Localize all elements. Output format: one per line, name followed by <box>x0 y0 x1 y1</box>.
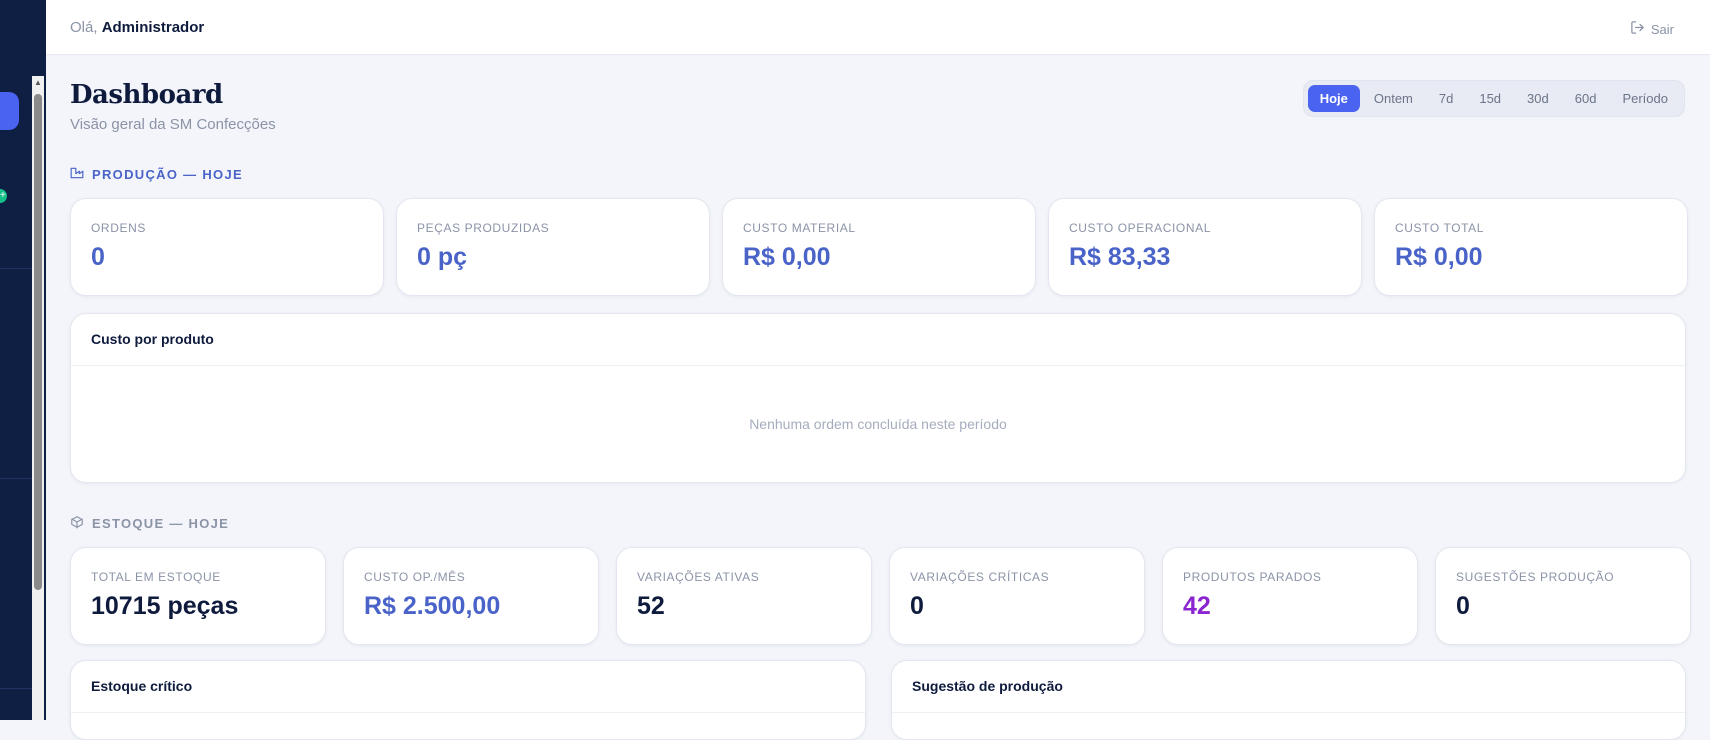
kpi-value: R$ 0,00 <box>743 243 831 271</box>
range-option-7d[interactable]: 7d <box>1427 85 1465 112</box>
kpi-value: R$ 2.500,00 <box>364 592 501 620</box>
production-section-label: PRODUÇÃO — HOJE <box>70 166 243 183</box>
empty-state-message: Nenhuma ordem concluída neste período <box>749 416 1007 432</box>
scroll-up-arrow-icon[interactable]: ▲ <box>33 78 43 88</box>
sidebar-scrollbar[interactable]: ▲ <box>32 76 44 720</box>
user-name: Administrador <box>101 19 205 36</box>
kpi-value: R$ 83,33 <box>1069 243 1171 271</box>
panel-title: Custo por produto <box>71 314 1685 366</box>
kpi-label: TOTAL EM ESTOQUE <box>91 570 221 584</box>
range-option-30d[interactable]: 30d <box>1515 85 1561 112</box>
scrollbar-thumb[interactable] <box>34 94 42 590</box>
kpi-label: CUSTO MATERIAL <box>743 221 856 235</box>
panel-title: Estoque crítico <box>71 661 865 713</box>
kpi-ordens: ORDENS 0 <box>70 198 384 296</box>
kpi-sugestoes-producao: SUGESTÕES PRODUÇÃO 0 <box>1435 547 1691 645</box>
cost-by-product-panel: Custo por produto Nenhuma ordem concluíd… <box>70 313 1686 483</box>
greeting: Olá, Administrador <box>70 19 204 36</box>
plus-icon[interactable]: + <box>0 189 7 203</box>
kpi-value: 0 pç <box>417 243 468 271</box>
kpi-label: PEÇAS PRODUZIDAS <box>417 221 550 235</box>
panel-title: Sugestão de produção <box>892 661 1685 713</box>
kpi-value: 0 <box>1456 592 1470 620</box>
kpi-value: 52 <box>637 592 665 620</box>
range-option-ontem[interactable]: Ontem <box>1362 85 1425 112</box>
production-kpis: ORDENS 0 PEÇAS PRODUZIDAS 0 pç CUSTO MAT… <box>70 198 1688 296</box>
main-content: Dashboard Visão geral da SM Confecções H… <box>46 56 1710 740</box>
sidebar-divider <box>0 478 32 479</box>
kpi-custo-operacional: CUSTO OPERACIONAL R$ 83,33 <box>1048 198 1362 296</box>
date-range-selector: Hoje Ontem 7d 15d 30d 60d Período <box>1302 80 1685 117</box>
logout-label: Sair <box>1650 21 1674 37</box>
kpi-label: SUGESTÕES PRODUÇÃO <box>1456 570 1615 584</box>
range-option-60d[interactable]: 60d <box>1563 85 1609 112</box>
sidebar: + ▲ <box>0 0 46 720</box>
logout-icon <box>1630 20 1645 38</box>
page-subtitle: Visão geral da SM Confecções <box>70 116 276 133</box>
production-section-title: PRODUÇÃO — HOJE <box>92 167 243 182</box>
sidebar-divider <box>0 688 32 689</box>
kpi-label: VARIAÇÕES CRÍTICAS <box>910 570 1050 584</box>
kpi-label: VARIAÇÕES ATIVAS <box>637 570 760 584</box>
kpi-value: R$ 0,00 <box>1395 243 1483 271</box>
kpi-custo-total: CUSTO TOTAL R$ 0,00 <box>1374 198 1688 296</box>
stock-kpis: TOTAL EM ESTOQUE 10715 peças CUSTO OP./M… <box>70 547 1691 645</box>
kpi-value: 0 <box>910 592 924 620</box>
page-title: Dashboard <box>70 80 223 110</box>
box-icon <box>70 515 84 532</box>
kpi-custo-op-mes: CUSTO OP./MÊS R$ 2.500,00 <box>343 547 599 645</box>
kpi-label: CUSTO OPERACIONAL <box>1069 221 1212 235</box>
logout-button[interactable]: Sair <box>1630 20 1674 38</box>
production-suggestion-panel: Sugestão de produção <box>891 660 1686 740</box>
kpi-pecas-produzidas: PEÇAS PRODUZIDAS 0 pç <box>396 198 710 296</box>
kpi-variacoes-criticas: VARIAÇÕES CRÍTICAS 0 <box>889 547 1145 645</box>
top-bar: Olá, Administrador Sair <box>46 0 1710 55</box>
critical-stock-panel: Estoque crítico <box>70 660 866 740</box>
sidebar-divider <box>0 268 32 269</box>
kpi-label: PRODUTOS PARADOS <box>1183 570 1322 584</box>
kpi-label: CUSTO TOTAL <box>1395 221 1485 235</box>
kpi-custo-material: CUSTO MATERIAL R$ 0,00 <box>722 198 1036 296</box>
stock-section-label: ESTOQUE — HOJE <box>70 515 229 532</box>
kpi-value: 10715 peças <box>91 592 239 620</box>
range-option-hoje[interactable]: Hoje <box>1307 85 1360 112</box>
range-option-15d[interactable]: 15d <box>1467 85 1513 112</box>
kpi-total-em-estoque: TOTAL EM ESTOQUE 10715 peças <box>70 547 326 645</box>
stock-section-title: ESTOQUE — HOJE <box>92 516 230 531</box>
kpi-variacoes-ativas: VARIAÇÕES ATIVAS 52 <box>616 547 872 645</box>
kpi-label: CUSTO OP./MÊS <box>364 570 466 584</box>
kpi-label: ORDENS <box>91 221 146 235</box>
factory-icon <box>70 166 84 183</box>
sidebar-active-item[interactable] <box>0 92 19 130</box>
greeting-prefix: Olá, <box>70 19 98 36</box>
range-option-periodo[interactable]: Período <box>1610 85 1680 112</box>
kpi-produtos-parados: PRODUTOS PARADOS 42 <box>1162 547 1418 645</box>
kpi-value: 0 <box>91 243 105 271</box>
kpi-value: 42 <box>1183 592 1211 620</box>
